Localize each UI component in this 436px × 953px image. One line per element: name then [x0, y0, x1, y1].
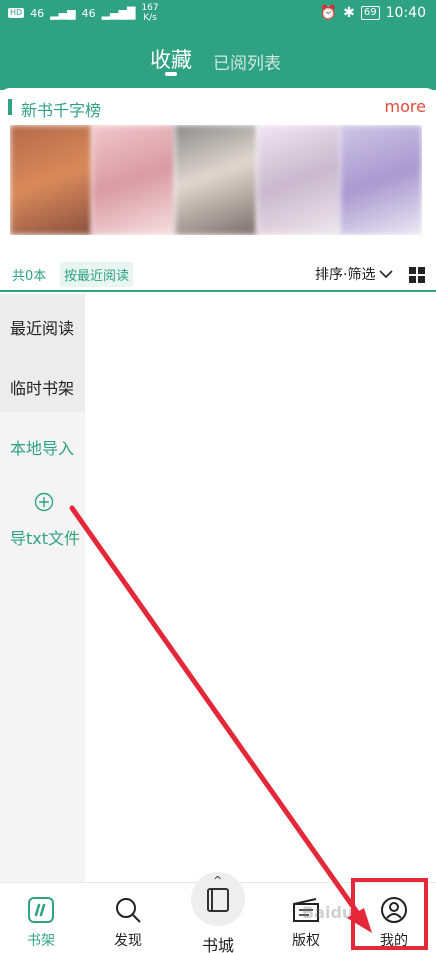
signal-icon: ▂▄▆ [50, 6, 76, 20]
signal-icon-2: ▂▄▆█ [101, 6, 136, 20]
ranking-card: 新书千字榜 more [0, 88, 436, 258]
sort-filter-button[interactable]: 排序·筛选 [315, 264, 394, 284]
book-cover[interactable] [174, 125, 258, 235]
more-link[interactable]: more [385, 97, 426, 116]
status-bar: HD 46 ▂▄▆ 46 ▂▄▆█ 167 K/s ⏰ ✱ 69 10:40 [0, 0, 436, 30]
watermark: Baidu [302, 903, 354, 922]
nav-label-bookshelf: 书架 [27, 933, 55, 949]
sidebar-item-recent[interactable]: 最近阅读 [10, 315, 74, 339]
book-count: 共0本 [12, 269, 47, 284]
nav-mine[interactable]: 我的 [364, 895, 424, 951]
sidebar-item-local-import[interactable]: 本地导入 [10, 435, 74, 459]
clock: 10:40 [385, 5, 426, 21]
annotation-arrow [69, 505, 369, 928]
book-cover[interactable] [339, 125, 422, 235]
nav-discover[interactable]: 发现 [98, 895, 158, 951]
tab-read-list[interactable]: 已阅列表 [213, 49, 281, 74]
book-cover-carousel[interactable] [10, 125, 422, 235]
sidebar: 最近阅读 临时书架 本地导入 导txt文件 [0, 294, 85, 882]
ranking-accent-bar [8, 99, 12, 115]
header: 收藏 已阅列表 [0, 30, 436, 90]
filter-bar: 共0本 按最近阅读 排序·筛选 [0, 258, 436, 292]
book-icon [207, 888, 229, 912]
book-cover[interactable] [92, 125, 175, 235]
alarm-icon: ⏰ [319, 5, 338, 21]
hd-badge: HD [8, 8, 25, 18]
ranking-title: 新书千字榜 [21, 101, 102, 120]
status-right: ⏰ ✱ 69 10:40 [320, 5, 426, 21]
caret-up-icon: ^ [213, 874, 223, 887]
bookshelf-icon [28, 897, 54, 923]
network-label-2: 46 [81, 6, 96, 20]
nav-bookshelf[interactable]: 书架 [11, 895, 71, 951]
add-circle-icon[interactable] [34, 492, 54, 512]
nav-label-mine: 我的 [380, 933, 408, 949]
nav-bookstore[interactable]: ^ 书城 [187, 866, 249, 953]
sort-mode-chip[interactable]: 按最近阅读 [60, 262, 134, 287]
user-icon [381, 897, 407, 923]
nav-label-discover: 发现 [114, 933, 142, 949]
sort-filter-label: 排序·筛选 [315, 267, 376, 283]
bookstore-button[interactable]: ^ [191, 872, 245, 926]
tab-indicator [165, 72, 177, 76]
search-icon [116, 898, 141, 923]
sidebar-item-import-txt[interactable]: 导txt文件 [10, 525, 80, 549]
nav-label-copyright: 版权 [292, 933, 320, 949]
status-left: HD 46 ▂▄▆ 46 ▂▄▆█ 167 K/s [8, 3, 159, 23]
bluetooth-icon: ✱ [343, 5, 355, 21]
net-speed: 167 K/s [141, 3, 159, 23]
sidebar-item-temp-shelf[interactable]: 临时书架 [10, 375, 74, 399]
chevron-down-icon [379, 270, 394, 279]
battery-indicator: 69 [360, 6, 380, 20]
book-cover[interactable] [257, 125, 340, 235]
tab-favorites[interactable]: 收藏 [150, 44, 192, 74]
network-label: 46 [30, 6, 45, 20]
nav-label-bookstore: 书城 [201, 936, 234, 953]
book-cover[interactable] [10, 125, 93, 235]
grid-view-icon[interactable] [409, 267, 425, 283]
